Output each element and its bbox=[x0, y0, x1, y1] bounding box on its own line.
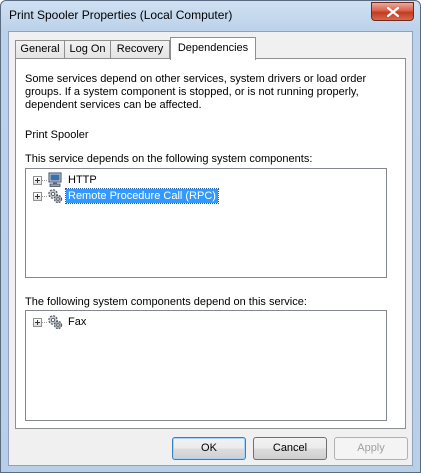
tree-node-label: HTTP bbox=[68, 174, 97, 186]
tab-log-on[interactable]: Log On bbox=[64, 40, 111, 59]
tab-general[interactable]: General bbox=[15, 40, 65, 59]
dependents-tree[interactable]: Fax bbox=[25, 310, 387, 421]
dialog-client-area: General Log On Recovery Dependencies Som… bbox=[8, 31, 413, 466]
tab-label: Dependencies bbox=[177, 42, 249, 54]
service-gear-icon bbox=[48, 315, 63, 330]
expand-icon[interactable] bbox=[33, 192, 42, 201]
tree-node-label: Fax bbox=[68, 316, 87, 328]
dependencies-description: Some services depend on other services, … bbox=[25, 73, 367, 111]
tab-label: General bbox=[20, 43, 60, 55]
tab-recovery[interactable]: Recovery bbox=[110, 40, 170, 59]
service-name: Print Spooler bbox=[25, 129, 89, 141]
cancel-button[interactable]: Cancel bbox=[253, 437, 327, 460]
window-title: Print Spooler Properties (Local Computer… bbox=[9, 8, 233, 22]
expand-icon[interactable] bbox=[33, 176, 42, 185]
close-button[interactable] bbox=[371, 2, 414, 21]
dependents-label: The following system components depend o… bbox=[25, 296, 307, 308]
title-bar[interactable]: Print Spooler Properties (Local Computer… bbox=[1, 1, 420, 31]
properties-window: Print Spooler Properties (Local Computer… bbox=[0, 0, 421, 473]
expand-icon[interactable] bbox=[33, 318, 42, 327]
tab-label: Log On bbox=[69, 43, 106, 55]
dependencies-panel: Some services depend on other services, … bbox=[15, 58, 406, 429]
close-icon bbox=[387, 7, 399, 17]
service-gear-icon bbox=[48, 189, 63, 204]
computer-icon bbox=[48, 172, 62, 187]
depends-on-tree[interactable]: HTTP Remote Procedure Call (RPC) bbox=[25, 168, 387, 278]
depends-on-label: This service depends on the following sy… bbox=[25, 153, 313, 165]
tab-label: Recovery bbox=[116, 43, 164, 55]
apply-button[interactable]: Apply bbox=[334, 437, 408, 460]
tab-dependencies[interactable]: Dependencies bbox=[170, 37, 256, 60]
ok-button[interactable]: OK bbox=[172, 437, 246, 460]
tree-node-label: Remote Procedure Call (RPC) bbox=[65, 188, 219, 204]
